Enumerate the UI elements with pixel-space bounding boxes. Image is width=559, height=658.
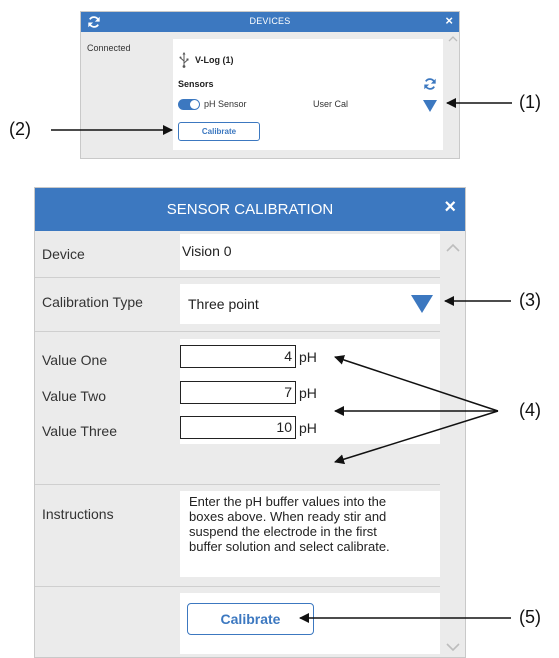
callout-arrow-4a <box>334 355 499 412</box>
callout-label-4: (4) <box>519 400 541 420</box>
callout-label-3: (3) <box>519 290 541 310</box>
callout-arrows <box>51 98 512 623</box>
callout-arrow-4c <box>334 410 499 465</box>
callout-label-1: (1) <box>519 92 541 112</box>
callout-label-5: (5) <box>519 607 541 627</box>
callout-label-2: (2) <box>9 119 31 139</box>
